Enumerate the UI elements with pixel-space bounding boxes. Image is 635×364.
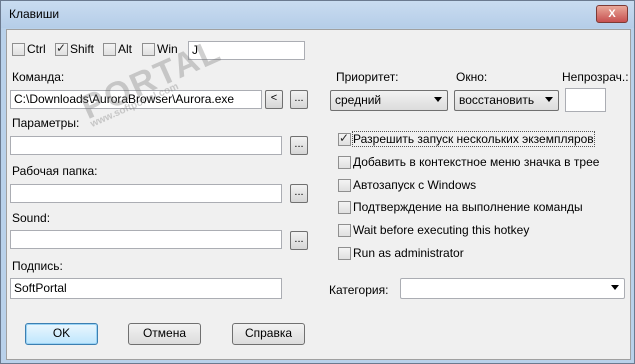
sound-input[interactable] [10, 230, 282, 249]
sound-browse-button[interactable]: ... [290, 231, 308, 250]
option-confirm-checkbox[interactable] [338, 201, 351, 214]
option-wait-label: Wait before executing this hotkey [353, 223, 530, 237]
win-label: Win [157, 42, 178, 56]
ok-button[interactable]: OK [25, 323, 98, 345]
command-label: Команда: [12, 70, 65, 84]
close-button[interactable]: X [596, 5, 628, 23]
command-input[interactable]: C:\Downloads\AuroraBrowser\Aurora.exe [10, 90, 262, 109]
ctrl-checkbox[interactable] [12, 43, 25, 56]
option-autostart-label: Автозапуск с Windows [353, 178, 477, 192]
option-admin-label: Run as administrator [353, 246, 464, 260]
dialog-window: Клавиши X Ctrl Shift Alt Win J Команда: … [0, 0, 635, 364]
category-label: Категория: [329, 283, 389, 297]
option-multi-instance-checkbox[interactable] [338, 131, 351, 146]
option-autostart-checkbox[interactable] [338, 179, 351, 192]
ctrl-label: Ctrl [27, 42, 46, 56]
window-state-select[interactable]: восстановить [454, 90, 559, 111]
caption-label: Подпись: [12, 259, 63, 273]
category-select[interactable] [400, 278, 625, 299]
command-prev-button[interactable]: < [265, 90, 283, 109]
opacity-input[interactable] [565, 88, 606, 112]
option-wait-checkbox[interactable] [338, 224, 351, 237]
params-label: Параметры: [12, 116, 80, 130]
workdir-label: Рабочая папка: [12, 164, 98, 178]
cancel-button[interactable]: Отмена [128, 323, 201, 345]
params-input[interactable] [10, 136, 282, 155]
workdir-input[interactable] [10, 184, 282, 203]
alt-checkbox[interactable] [103, 43, 116, 56]
window-title: Клавиши [9, 7, 60, 21]
command-browse-button[interactable]: ... [290, 90, 308, 109]
priority-value: средний [335, 93, 382, 107]
option-tray-menu-label: Добавить в контекстное меню значка в тре… [353, 155, 600, 169]
shift-label: Shift [70, 42, 95, 56]
window-state-label: Окно: [456, 70, 488, 84]
chevron-down-icon [545, 97, 553, 102]
help-button[interactable]: Справка [232, 323, 305, 345]
dialog-body: Ctrl Shift Alt Win J Команда: C:\Downloa… [6, 29, 631, 360]
sound-label: Sound: [12, 211, 51, 225]
option-confirm-label: Подтверждение на выполнение команды [353, 200, 583, 214]
params-browse-button[interactable]: ... [290, 136, 308, 155]
opacity-label: Непрозрач.: [562, 70, 629, 84]
hotkey-input[interactable]: J [188, 41, 305, 60]
chevron-down-icon [611, 285, 619, 290]
alt-label: Alt [118, 42, 133, 56]
window-state-value: восстановить [459, 93, 535, 107]
caption-input[interactable]: SoftPortal [10, 278, 282, 299]
title-bar[interactable]: Клавиши X [1, 1, 634, 28]
option-tray-menu-checkbox[interactable] [338, 156, 351, 169]
priority-select[interactable]: средний [330, 90, 448, 111]
shift-checkbox[interactable] [55, 41, 68, 56]
win-checkbox[interactable] [142, 43, 155, 56]
workdir-browse-button[interactable]: ... [290, 184, 308, 203]
option-admin-checkbox[interactable] [338, 247, 351, 260]
option-multi-instance-label: Разрешить запуск нескольких экземпляров [352, 131, 595, 147]
chevron-down-icon [434, 97, 442, 102]
priority-label: Приоритет: [336, 70, 399, 84]
